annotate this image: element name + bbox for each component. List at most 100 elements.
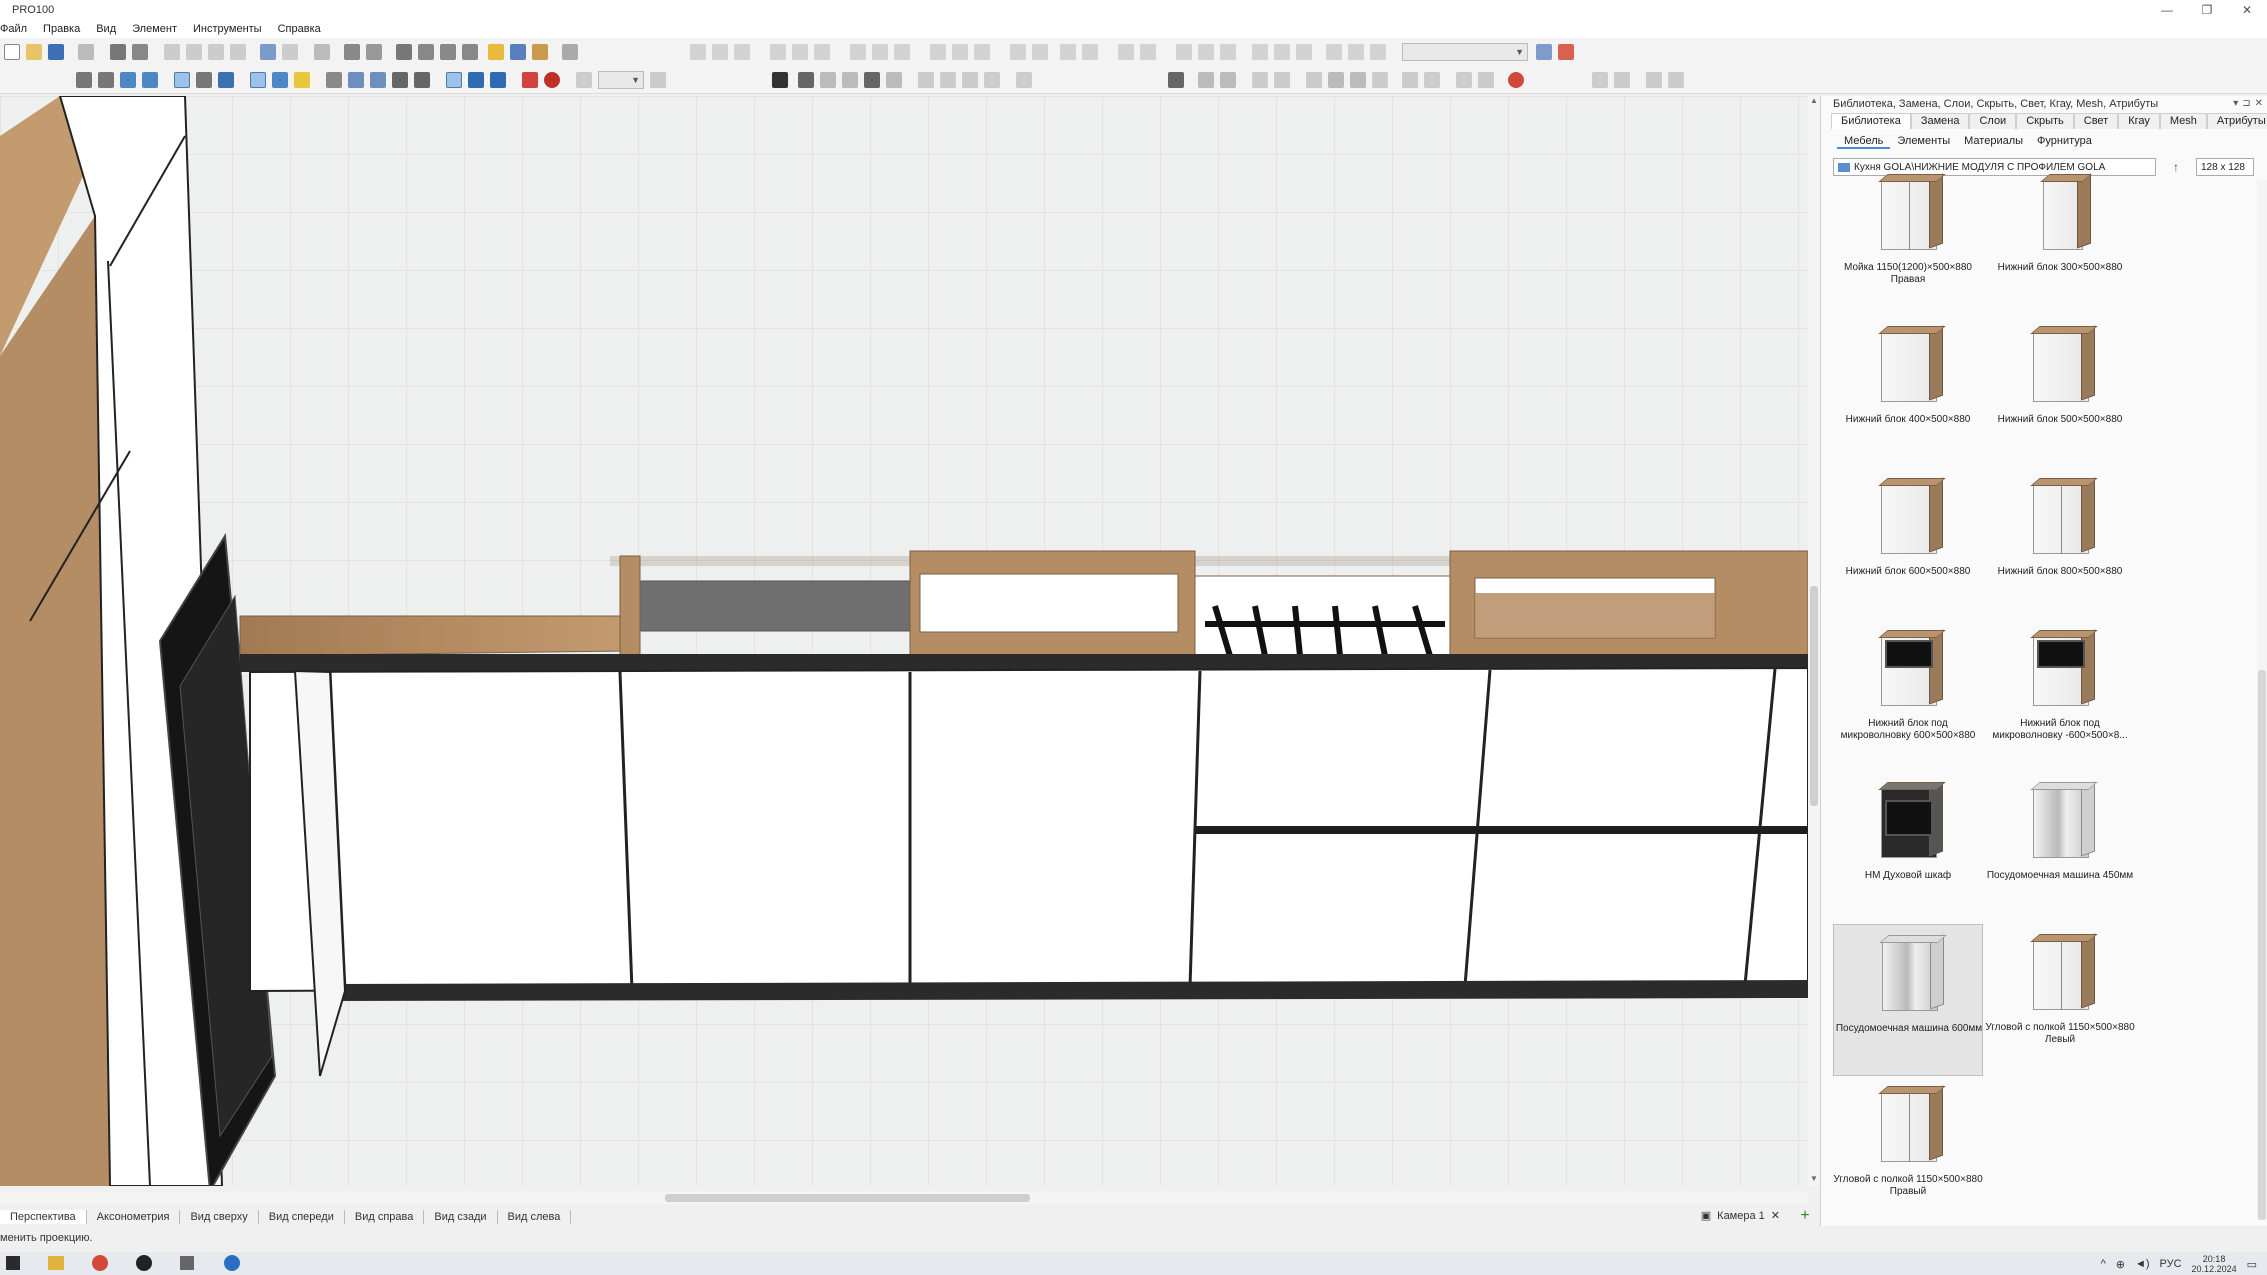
library-item[interactable]: Посудомоечная машина 450мм [1985, 772, 2135, 924]
tab-layers[interactable]: Слои [1969, 113, 2017, 129]
scroll-thumb[interactable] [2258, 670, 2266, 1220]
drawer-icon[interactable] [940, 72, 956, 88]
view-solid-icon[interactable] [218, 72, 234, 88]
minimize-button[interactable]: — [2147, 0, 2187, 20]
layout-grid-icon[interactable] [1614, 72, 1630, 88]
library-item[interactable]: Нижний блок 800×500×880 [1985, 468, 2135, 620]
menu-help[interactable]: Справка [270, 23, 329, 35]
view-front-icon[interactable] [76, 72, 92, 88]
distribute-v-icon[interactable] [792, 44, 808, 60]
tab-light[interactable]: Свет [2073, 113, 2119, 129]
align-center-icon[interactable] [712, 44, 728, 60]
notification-icon[interactable]: ▭ [2247, 1258, 2257, 1271]
snap-face-icon[interactable] [490, 72, 506, 88]
view-top-icon[interactable] [98, 72, 114, 88]
magnet-icon[interactable] [522, 72, 538, 88]
camera-tab[interactable]: ▣ Камера 1 ✕ [1701, 1209, 1780, 1223]
new-file-icon[interactable] [4, 44, 20, 60]
add-camera-button[interactable]: + [1790, 1207, 1820, 1225]
undo-icon[interactable] [260, 44, 276, 60]
menu-element[interactable]: Элемент [124, 23, 185, 35]
3d-viewport[interactable] [0, 96, 1808, 1186]
align-right-icon[interactable] [734, 44, 750, 60]
menu-view[interactable]: Вид [88, 23, 124, 35]
library-item[interactable]: Нижний блок 600×500×880 [1833, 468, 1983, 620]
move-icon[interactable] [798, 72, 814, 88]
view-hidden-icon[interactable] [196, 72, 212, 88]
tab-left-view[interactable]: Вид слева [498, 1210, 572, 1224]
plinth-icon[interactable] [1478, 72, 1494, 88]
gap-icon[interactable] [1326, 44, 1342, 60]
panel-icon[interactable] [984, 72, 1000, 88]
library-item[interactable]: Нижний блок под микроволновку 600×500×88… [1833, 620, 1983, 772]
calculator-icon[interactable] [562, 44, 578, 60]
volume-icon[interactable]: ◄) [2135, 1258, 2150, 1270]
view-wireframe-icon[interactable] [174, 72, 190, 88]
align-bottom-icon[interactable] [872, 44, 888, 60]
align-middle-icon[interactable] [850, 44, 866, 60]
thumbnail-size-select[interactable]: 128 x 128 [2196, 158, 2254, 176]
eyedropper-icon[interactable] [864, 72, 880, 88]
light-source-icon[interactable] [1168, 72, 1184, 88]
globe-icon[interactable] [272, 72, 288, 88]
pin-icon[interactable]: ⊐ [2242, 98, 2250, 109]
rotate-icon[interactable] [894, 44, 910, 60]
pro100-taskbar-icon[interactable] [224, 1255, 240, 1271]
layout-rows-icon[interactable] [1592, 72, 1608, 88]
tag-icon[interactable] [326, 72, 342, 88]
duplicate-icon[interactable] [462, 44, 478, 60]
save-icon[interactable] [48, 44, 64, 60]
search-icon[interactable] [1016, 72, 1032, 88]
tab-right-view[interactable]: Вид справа [345, 1210, 425, 1224]
library-item-selected[interactable]: Посудомоечная машина 600мм [1833, 924, 1983, 1076]
tab-front-view[interactable]: Вид спереди [259, 1210, 345, 1224]
spacing-icon[interactable] [1140, 44, 1156, 60]
menu-tools[interactable]: Инструменты [185, 23, 270, 35]
fit-icon[interactable] [1274, 44, 1290, 60]
join-icon[interactable] [1252, 72, 1268, 88]
triangle-icon[interactable] [1350, 72, 1366, 88]
library-item[interactable]: Нижний блок под микроволновку -600×500×8… [1985, 620, 2135, 772]
subtab-materials[interactable]: Материалы [1957, 135, 2030, 149]
subtab-furniture[interactable]: Мебель [1837, 135, 1891, 149]
tab-hide[interactable]: Скрыть [2016, 113, 2074, 129]
properties-icon[interactable] [314, 44, 330, 60]
tab-replace[interactable]: Замена [1910, 113, 1970, 129]
scroll-down-icon[interactable]: ▼ [1808, 1174, 1820, 1186]
order-icon[interactable] [1082, 44, 1098, 60]
zoom-icon[interactable] [396, 44, 412, 60]
subtab-elements[interactable]: Элементы [1890, 135, 1957, 149]
chevron-up-icon[interactable]: ^ [2101, 1258, 2106, 1270]
library-item[interactable]: Угловой с полкой 1150×500×880 Правый [1833, 1076, 1983, 1228]
settings-icon[interactable] [344, 44, 360, 60]
menu-edit[interactable]: Правка [35, 23, 88, 35]
tab-library[interactable]: Библиотека [1831, 113, 1911, 129]
library-item[interactable]: Мойка 1150(1200)×500×880 Правая [1833, 164, 1983, 316]
subtab-hardware[interactable]: Фурнитура [2030, 135, 2099, 149]
center-icon[interactable] [1296, 44, 1312, 60]
close-icon[interactable]: ✕ [2255, 98, 2263, 109]
language-indicator[interactable]: РУС [2160, 1258, 2182, 1270]
style-combo[interactable]: ▼ [1402, 43, 1528, 61]
align-top-icon[interactable] [814, 44, 830, 60]
copy-icon[interactable] [186, 44, 202, 60]
columns-icon[interactable] [250, 72, 266, 88]
light-icon[interactable] [488, 44, 504, 60]
arrange-icon[interactable] [1060, 44, 1076, 60]
zoom-in-icon[interactable] [650, 72, 666, 88]
close-icon[interactable]: ✕ [1771, 1209, 1780, 1222]
export-icon[interactable] [1558, 44, 1574, 60]
zoom-combo[interactable]: ▼ [598, 71, 644, 89]
calculator-icon[interactable] [180, 1256, 194, 1270]
print-setup-icon[interactable] [132, 44, 148, 60]
split-icon[interactable] [1274, 72, 1290, 88]
layout-cols-icon[interactable] [1646, 72, 1662, 88]
material-icon[interactable] [532, 44, 548, 60]
shelf-icon[interactable] [962, 72, 978, 88]
tab-attributes[interactable]: Атрибуты [2206, 113, 2267, 129]
zoom-out-icon[interactable] [576, 72, 592, 88]
windows-start-icon[interactable] [6, 1256, 20, 1270]
delete-icon[interactable] [230, 44, 246, 60]
tab-axonometry[interactable]: Аксонометрия [87, 1210, 181, 1224]
move-3d-icon[interactable] [1328, 72, 1344, 88]
